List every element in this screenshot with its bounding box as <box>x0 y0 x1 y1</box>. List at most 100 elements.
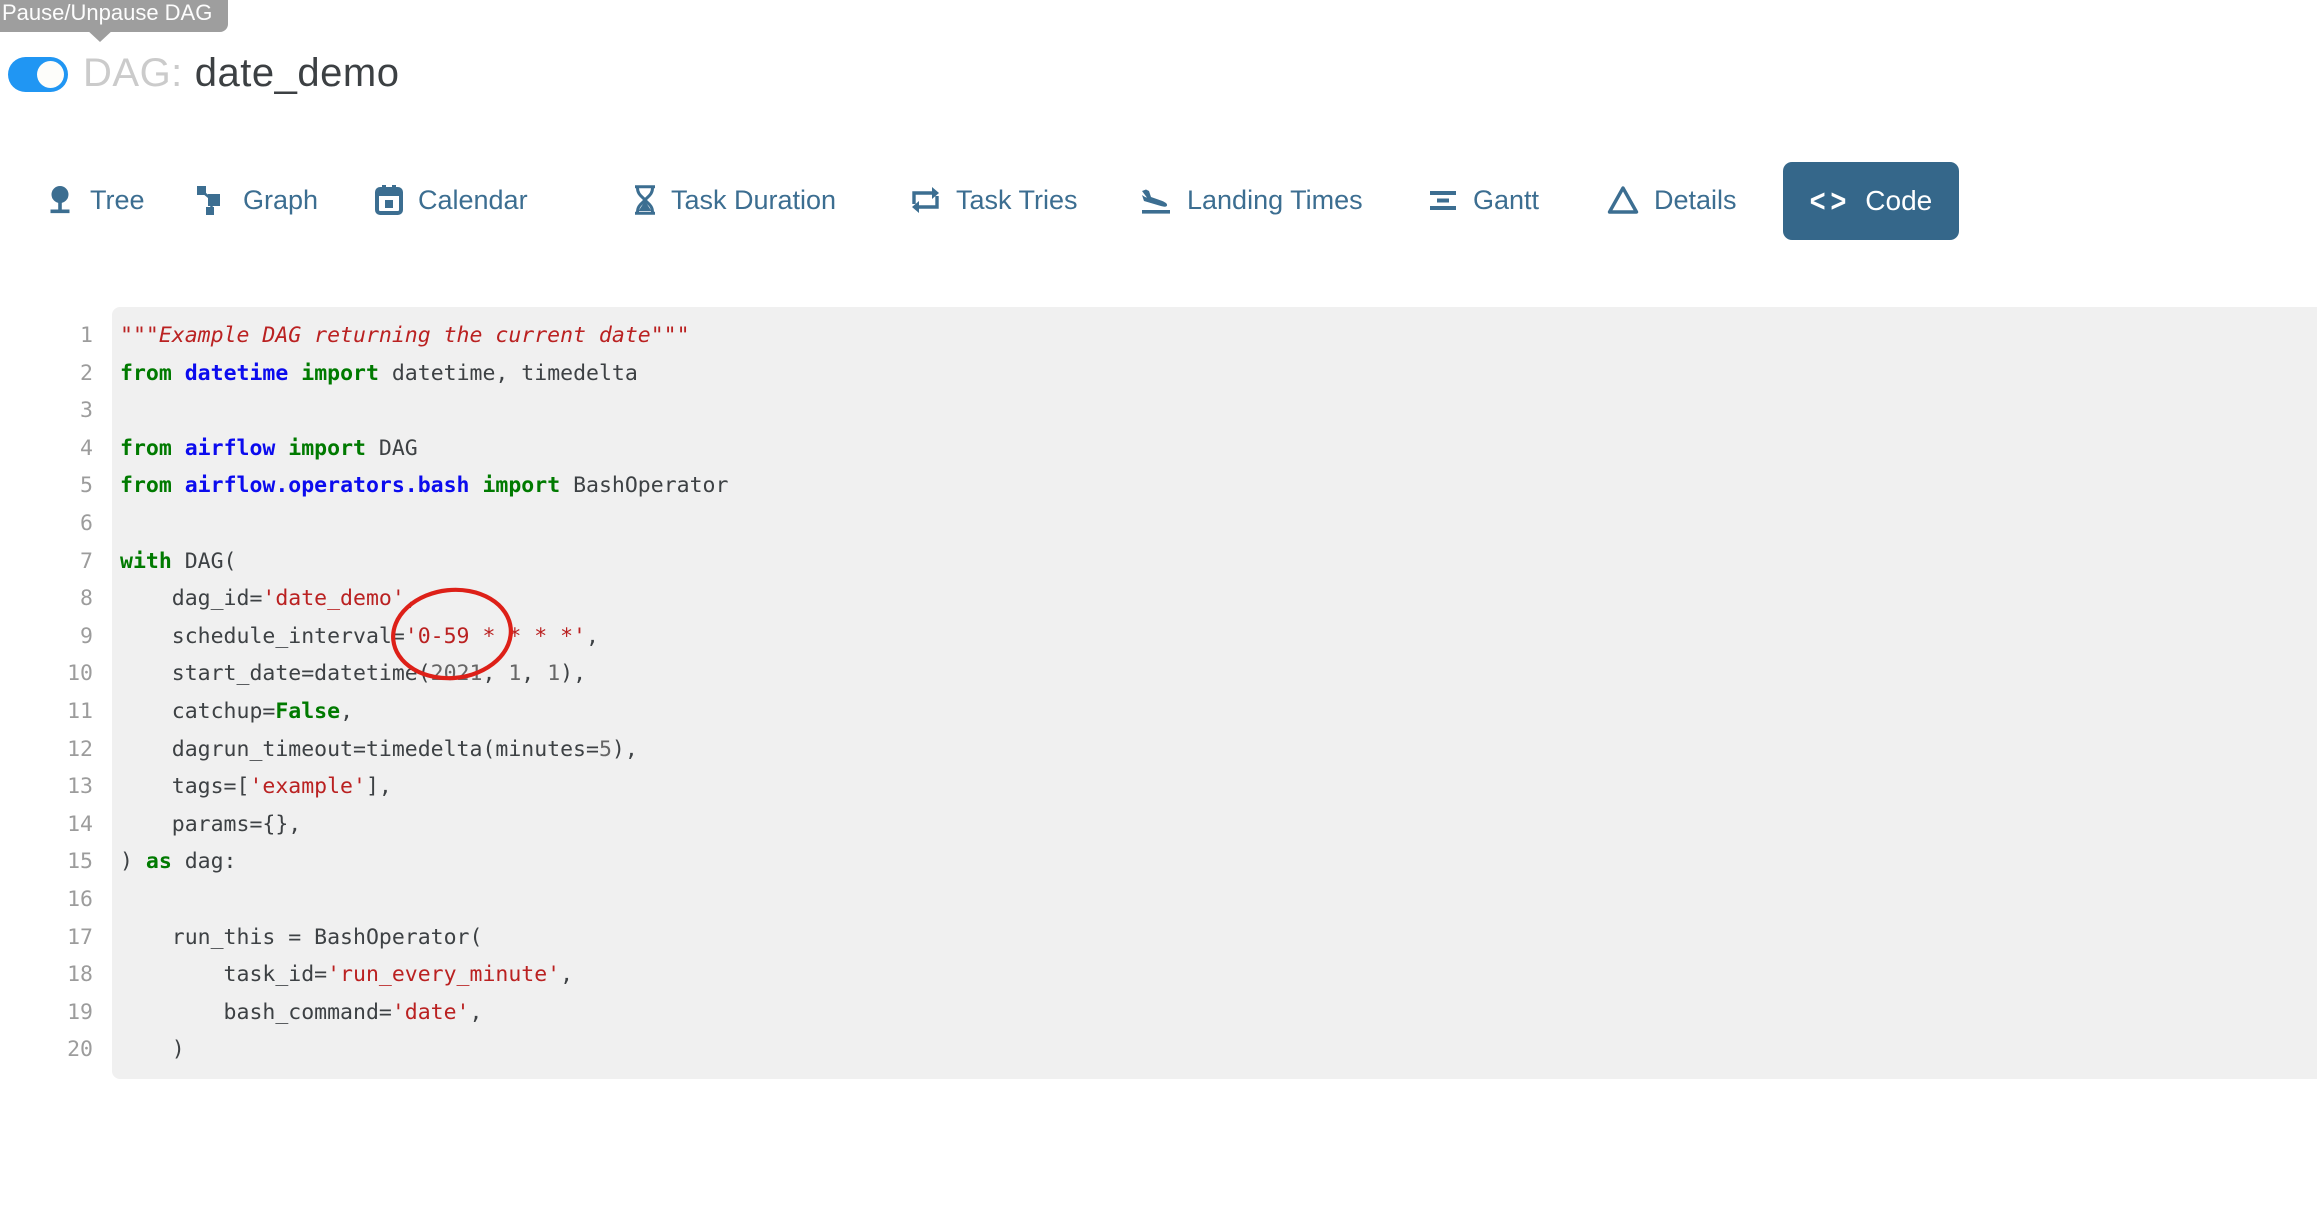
code-line-18: task_id='run_every_minute', <box>120 956 2307 994</box>
line-number: 4 <box>0 430 93 468</box>
code-token: with <box>120 549 172 574</box>
code-token: import <box>482 473 560 498</box>
line-number: 10 <box>0 655 93 693</box>
dag-pause-toggle[interactable] <box>8 57 68 92</box>
code-line-11: catchup=False, <box>120 693 2307 731</box>
dag-source-code: """Example DAG returning the current dat… <box>120 317 2307 1069</box>
toggle-knob <box>37 61 64 88</box>
code-token: from <box>120 361 172 386</box>
line-number: 7 <box>0 543 93 581</box>
code-token <box>172 361 185 386</box>
code-token <box>172 473 185 498</box>
code-token: params={}, <box>120 812 301 837</box>
code-token: 1 <box>508 661 521 686</box>
triangle-icon <box>1607 185 1639 215</box>
tab-landing-times[interactable]: Landing Times <box>1140 160 1363 240</box>
code-token <box>172 436 185 461</box>
tab-task-duration[interactable]: Task Duration <box>634 160 836 240</box>
code-line-15: ) as dag: <box>120 843 2307 881</box>
code-token: , <box>340 699 353 724</box>
code-line-20: ) <box>120 1031 2307 1069</box>
line-number: 17 <box>0 919 93 957</box>
tab-task-tries[interactable]: Task Tries <box>910 160 1078 240</box>
line-number: 11 <box>0 693 93 731</box>
code-token: 1 <box>547 661 560 686</box>
tab-code-active[interactable]: <> Code <box>1783 162 1959 240</box>
code-token: , <box>560 962 573 987</box>
code-token: airflow.operators.bash <box>185 473 470 498</box>
code-token: DAG <box>366 436 418 461</box>
code-token: 'run_every_minute' <box>327 962 560 987</box>
plane-landing-icon <box>1140 185 1172 215</box>
code-token: dagrun_timeout=timedelta(minutes= <box>120 737 599 762</box>
code-token: as <box>146 849 172 874</box>
tooltip-text: Pause/Unpause DAG <box>2 0 212 25</box>
code-line-6 <box>120 505 2307 543</box>
code-line-16 <box>120 881 2307 919</box>
code-token: 'date_demo' <box>262 586 404 611</box>
tab-graph[interactable]: Graph <box>197 160 318 240</box>
tab-label: Task Tries <box>956 185 1078 216</box>
line-number: 8 <box>0 580 93 618</box>
code-token: airflow <box>185 436 276 461</box>
gantt-bars-icon <box>1428 185 1458 215</box>
code-line-1: """Example DAG returning the current dat… <box>120 317 2307 355</box>
code-token: ) <box>120 1037 185 1062</box>
code-token: , <box>521 661 547 686</box>
line-number: 2 <box>0 355 93 393</box>
code-line-14: params={}, <box>120 806 2307 844</box>
tab-gantt[interactable]: Gantt <box>1428 160 1539 240</box>
code-token: , <box>482 661 508 686</box>
code-token: run_this = BashOperator( <box>120 925 482 950</box>
code-token: start_date=datetime( <box>120 661 431 686</box>
calendar-icon <box>375 185 403 215</box>
tab-label: Tree <box>90 185 145 216</box>
code-token <box>275 436 288 461</box>
code-line-3 <box>120 392 2307 430</box>
tab-details[interactable]: Details <box>1607 160 1737 240</box>
line-number: 20 <box>0 1031 93 1069</box>
code-token: from <box>120 436 172 461</box>
line-number-gutter: 1234567891011121314151617181920 <box>0 317 93 1069</box>
code-line-8: dag_id='date_demo', <box>120 580 2307 618</box>
code-token: False <box>275 699 340 724</box>
code-token: bash_command= <box>120 1000 392 1025</box>
code-token: ], <box>366 774 392 799</box>
airflow-dag-code-page: Pause/Unpause DAG DAG:date_demo Tree Gra… <box>0 0 2317 1228</box>
code-brackets-icon: <> <box>1810 183 1852 219</box>
dag-name: date_demo <box>195 51 400 95</box>
tab-tree[interactable]: Tree <box>45 160 145 240</box>
code-token: 2021 <box>431 661 483 686</box>
tooltip-arrow <box>86 29 114 42</box>
code-token: ), <box>560 661 586 686</box>
code-line-7: with DAG( <box>120 543 2307 581</box>
code-token: 5 <box>599 737 612 762</box>
line-number: 5 <box>0 467 93 505</box>
line-number: 16 <box>0 881 93 919</box>
code-token: import <box>301 361 379 386</box>
code-token: DAG( <box>172 549 237 574</box>
code-token: tags=[ <box>120 774 249 799</box>
code-token: , <box>405 586 418 611</box>
code-token: schedule_interval= <box>120 624 405 649</box>
line-number: 3 <box>0 392 93 430</box>
line-number: 1 <box>0 317 93 355</box>
code-token: import <box>288 436 366 461</box>
code-token: 'example' <box>249 774 366 799</box>
code-line-17: run_this = BashOperator( <box>120 919 2307 957</box>
page-title: DAG:date_demo <box>83 50 399 96</box>
pause-unpause-tooltip: Pause/Unpause DAG <box>0 0 228 32</box>
code-token: 'date' <box>392 1000 470 1025</box>
code-token: , <box>470 1000 483 1025</box>
code-line-4: from airflow import DAG <box>120 430 2307 468</box>
code-line-12: dagrun_timeout=timedelta(minutes=5), <box>120 731 2307 769</box>
code-line-2: from datetime import datetime, timedelta <box>120 355 2307 393</box>
code-token: BashOperator <box>560 473 728 498</box>
code-line-9: schedule_interval='0-59 * * * *', <box>120 618 2307 656</box>
line-number: 18 <box>0 956 93 994</box>
line-number: 15 <box>0 843 93 881</box>
line-number: 9 <box>0 618 93 656</box>
code-token: ) <box>120 849 146 874</box>
code-token: from <box>120 473 172 498</box>
tab-calendar[interactable]: Calendar <box>375 160 528 240</box>
